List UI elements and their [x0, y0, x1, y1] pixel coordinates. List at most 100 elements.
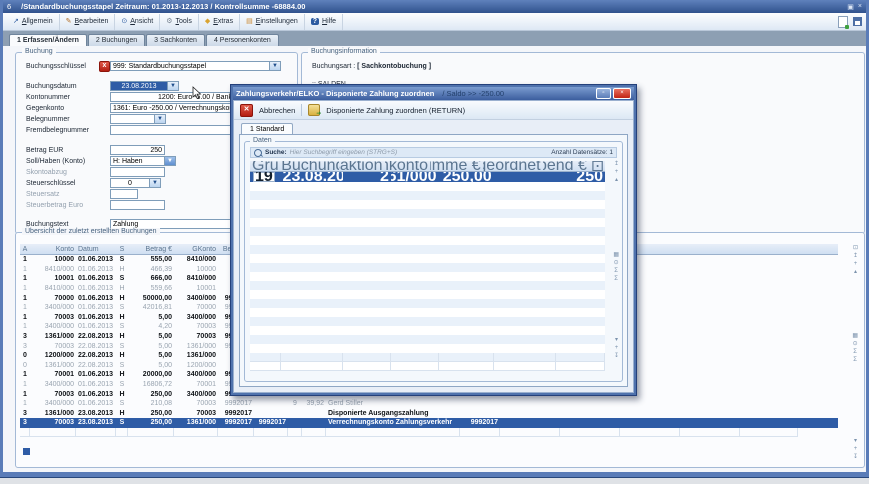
gruppe-cell-editor[interactable]: 19 [253, 172, 275, 182]
scroll-top-icon[interactable]: ↥ [614, 161, 619, 168]
title-bar[interactable]: 6 /Standardbuchungsstapel Zeitraum: 01.2… [3, 0, 866, 13]
table-cell [740, 341, 798, 351]
column-header[interactable]: Transaktion [339, 161, 384, 171]
scroll-up-icon[interactable]: ▴ [615, 177, 618, 184]
table-cell: 5,00 [128, 351, 174, 361]
table-cell: 22.08.2013 [76, 361, 116, 371]
table-cell [281, 362, 344, 371]
menu-item-hilfe[interactable]: ?Hilfe [305, 14, 343, 30]
table-cell [740, 322, 798, 332]
belegnummer-input[interactable] [110, 114, 155, 124]
column-header[interactable]: Betrag € [128, 244, 174, 254]
search-icon[interactable]: ⊙ [853, 341, 858, 348]
buchungsschluessel-combo[interactable]: 999: Standardbuchungsstapel [110, 61, 270, 71]
chevron-down-icon[interactable]: ▼ [155, 114, 166, 124]
chevron-down-icon[interactable]: ▼ [165, 156, 176, 166]
table-cell: Verrechnungskonto Zahlungsverkehr [326, 418, 460, 428]
close-icon[interactable]: × [613, 88, 631, 99]
search-icon[interactable]: ⊙ [614, 260, 619, 267]
skontoabzug-input[interactable] [110, 167, 165, 177]
table-cell: S [116, 399, 128, 409]
buchungsdatum-input[interactable]: 23.08.2013 [110, 81, 168, 91]
scroll-down-icon[interactable]: ▾ [854, 438, 857, 445]
menu-item-tools[interactable]: ⚙Tools [160, 14, 199, 30]
columns-icon[interactable]: ⊡ [853, 245, 858, 252]
column-header[interactable]: S [116, 244, 128, 254]
menu-item-allgemein[interactable]: ↗Allgemein [7, 14, 60, 30]
chevron-down-icon[interactable]: ▼ [150, 178, 161, 188]
table-cell [439, 362, 494, 371]
tab-4-personenkonten[interactable]: 4 Personenkonten [206, 34, 279, 46]
tab-2-buchungen[interactable]: 2 Buchungen [88, 34, 145, 46]
steuersatz-input[interactable] [110, 189, 138, 199]
search-icon [254, 149, 262, 157]
save-icon[interactable] [853, 17, 862, 26]
betrag-input[interactable]: 250 [110, 145, 165, 155]
dialog-title-bar[interactable]: Zahlungsverkehr/ELKO - Disponierte Zahlu… [233, 87, 634, 100]
scroll-up-icon[interactable]: ▴ [854, 269, 857, 276]
column-header[interactable]: Buchungsdatum [279, 161, 339, 171]
table-row[interactable]: 31361/00023.08.2013H250,00700039992017Di… [20, 409, 838, 419]
add-icon[interactable]: + [854, 261, 858, 268]
table-cell: 9992017 [254, 418, 288, 428]
sum-filter-icon[interactable]: Σ [853, 357, 857, 364]
table-cell [494, 172, 557, 182]
table-row[interactable]: 13400/00001.06.2013S210,0870003999201793… [20, 399, 838, 409]
chevron-down-icon[interactable]: ▼ [168, 81, 179, 91]
restore-icon[interactable]: ▣ [847, 3, 854, 11]
sum-icon[interactable]: Σ [853, 349, 857, 356]
column-header[interactable]: Zahlsumme € [430, 161, 483, 171]
menu-item-bearbeiten[interactable]: ✎Bearbeiten [60, 14, 116, 30]
sum-icon[interactable]: Σ [614, 268, 618, 275]
column-header[interactable]: Verbleibend € [543, 161, 589, 171]
grid-icon[interactable]: ▦ [613, 252, 619, 259]
column-header[interactable]: Konto [30, 244, 76, 254]
clear-icon[interactable]: x [99, 61, 110, 72]
soll-haben-combo[interactable]: H: Haben [110, 156, 165, 166]
column-header[interactable]: Sachkonto [385, 161, 430, 171]
dialog-row-selected[interactable]: 1923.08.2013 /Fr21361/000250,00250 [250, 172, 605, 182]
search-bar[interactable]: Suche: Hier Suchbegriff eingeben (STRG+S… [250, 147, 617, 158]
grid-icon[interactable]: ▦ [852, 333, 858, 340]
menu-item-einstellungen[interactable]: ▤Einstellungen [240, 14, 305, 30]
column-header[interactable]: Datum [76, 244, 116, 254]
table-cell: H [116, 284, 128, 294]
tab-1-erfassen-ndern[interactable]: 1 Erfassen/Ändern [9, 34, 87, 46]
menu-item-extras[interactable]: ◆Extras [199, 14, 240, 30]
add-icon[interactable]: + [615, 345, 619, 352]
assign-button[interactable]: Disponierte Zahlung zuordnen (RETURN) [326, 106, 465, 115]
column-header[interactable]: Gruppe [250, 161, 279, 171]
document-icon[interactable] [838, 16, 848, 28]
table-cell: 3400/000 [30, 303, 76, 313]
scroll-bottom-icon[interactable]: ↧ [853, 454, 858, 461]
column-header[interactable] [680, 244, 740, 254]
table-cell: H [116, 370, 128, 380]
tab-3-sachkonten[interactable]: 3 Sachkonten [146, 34, 205, 46]
column-header[interactable]: A [20, 244, 30, 254]
scroll-bottom-icon[interactable]: ↧ [614, 353, 619, 360]
menu-item-ansicht[interactable]: ⊙Ansicht [115, 14, 160, 30]
settings-icon: ▤ [246, 18, 253, 25]
column-header[interactable]: Bisher zugeordnet [483, 161, 543, 171]
add-icon[interactable]: + [854, 446, 858, 453]
dialog-empty-row [250, 335, 605, 344]
cancel-button[interactable]: Abbrechen [259, 106, 295, 115]
scroll-top-icon[interactable]: ↥ [853, 253, 858, 260]
table-row-selected[interactable]: 37000323.08.2013S250,001361/000999201799… [20, 418, 838, 428]
table-cell: 466,39 [128, 265, 174, 275]
steuerschluessel-input[interactable]: 0 [110, 178, 150, 188]
column-header[interactable] [740, 244, 798, 254]
sum-filter-icon[interactable]: Σ [614, 276, 618, 283]
add-icon[interactable]: + [615, 169, 619, 176]
table-cell [740, 418, 798, 428]
tab-strip: 1 Erfassen/Ändern2 Buchungen3 Sachkonten… [3, 31, 866, 46]
close-icon[interactable]: × [858, 3, 862, 10]
column-chooser-icon[interactable]: ⊡ [589, 161, 605, 171]
chevron-down-icon[interactable]: ▼ [270, 61, 281, 71]
minimize-icon[interactable]: ▫ [596, 88, 611, 99]
scroll-down-icon[interactable]: ▾ [615, 337, 618, 344]
dialog-empty-row [250, 362, 605, 371]
table-cell: H [116, 351, 128, 361]
steuerbetrag-input[interactable] [110, 200, 165, 210]
column-header[interactable]: GKonto [174, 244, 218, 254]
